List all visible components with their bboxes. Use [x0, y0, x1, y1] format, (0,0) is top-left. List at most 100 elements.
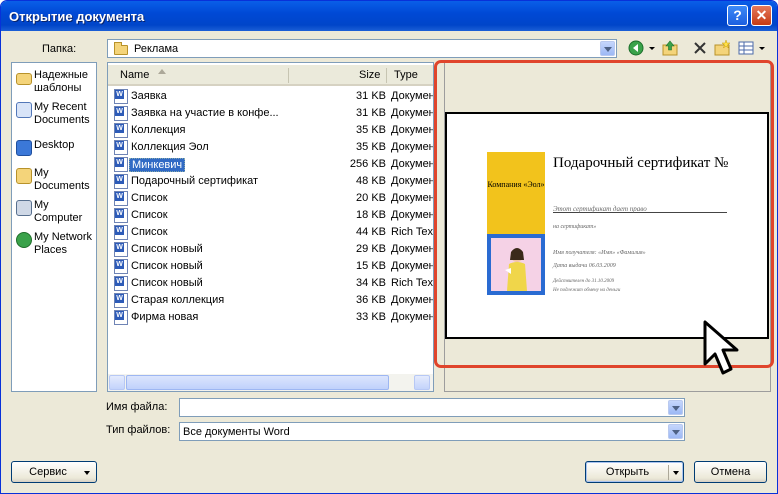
file-row[interactable]: Заявка на участие в конфе... 31 KB Докумен [108, 105, 433, 122]
up-folder-icon[interactable] [661, 39, 679, 57]
chevron-down-icon[interactable] [668, 400, 683, 415]
file-row[interactable]: Список новый 15 KB Докумен [108, 258, 433, 275]
back-icon[interactable] [627, 39, 645, 57]
file-name: Минкевич [129, 158, 186, 172]
open-dropdown-icon[interactable] [673, 471, 679, 475]
word-document-icon [114, 225, 128, 240]
place-label: My Network Places [34, 231, 93, 256]
back-dropdown-icon[interactable] [647, 39, 657, 57]
file-size: 48 KB [356, 175, 386, 187]
scroll-thumb[interactable] [126, 375, 389, 390]
column-name[interactable]: Name [120, 69, 149, 81]
file-name: Список [131, 226, 168, 238]
chevron-down-icon[interactable] [668, 424, 683, 439]
file-name: Заявка [131, 90, 167, 102]
word-document-icon [114, 310, 128, 325]
place-label: My Documents [34, 167, 90, 192]
views-dropdown-icon[interactable] [757, 39, 767, 57]
file-row[interactable]: Минкевич 256 KB Докумен [108, 156, 434, 173]
word-document-icon [114, 242, 128, 257]
close-button[interactable]: ✕ [751, 5, 772, 26]
folder-icon [114, 42, 128, 55]
file-type: Докумен [391, 192, 434, 204]
place-label: Desktop [34, 139, 75, 151]
file-row[interactable]: Список 20 KB Докумен [108, 190, 434, 207]
file-list[interactable]: Name Size Type Заявка 31 KB Докумен Заявка … [107, 62, 434, 392]
word-document-icon [114, 276, 128, 291]
filename-input[interactable] [179, 398, 685, 417]
file-size: 18 KB [356, 209, 386, 221]
service-button[interactable]: Сервис [11, 461, 97, 483]
file-row[interactable]: Список новый 34 KB Rich Tex [108, 275, 433, 292]
column-type[interactable]: Type [394, 69, 418, 81]
folder-icon [16, 73, 32, 85]
column-size[interactable]: Size [359, 69, 380, 81]
word-document-icon [114, 293, 128, 308]
file-size: 256 KB [349, 158, 386, 170]
scroll-right-icon[interactable] [414, 375, 430, 390]
file-name: Заявка на участие в конфе... [131, 107, 279, 119]
file-name: Список новый [131, 243, 203, 255]
open-button[interactable]: Открыть [585, 461, 684, 483]
file-type: Докумен [391, 124, 434, 136]
place-my-documents[interactable]: My Documents [15, 165, 97, 195]
word-document-icon [114, 106, 128, 121]
place-trusted-templates[interactable]: Надежные шаблоны [15, 67, 97, 97]
file-row[interactable]: Заявка 31 KB Докумен [108, 88, 433, 105]
word-document-icon [114, 123, 128, 138]
help-button[interactable]: ? [727, 5, 748, 26]
places-bar: Надежные шаблоны My Recent Documents Des… [11, 62, 97, 392]
file-row[interactable]: Список 18 KB Докумен [108, 207, 434, 224]
file-size: 31 KB [356, 90, 386, 102]
folder-combo[interactable]: Реклама [107, 39, 617, 58]
scroll-left-icon[interactable] [109, 375, 125, 390]
file-type: Докумен [391, 311, 434, 323]
file-type: Докумен [391, 175, 434, 187]
place-recent-documents[interactable]: My Recent Documents [15, 99, 97, 129]
word-document-icon [114, 89, 128, 104]
chevron-down-icon[interactable] [600, 41, 615, 56]
service-label: Сервис [29, 466, 67, 478]
word-document-icon [114, 259, 128, 274]
file-size: 29 KB [356, 243, 386, 255]
cancel-button[interactable]: Отмена [694, 461, 767, 483]
place-my-computer[interactable]: My Computer [15, 197, 97, 227]
file-type: Докумен [391, 158, 434, 170]
desktop-icon [16, 140, 32, 156]
file-type: Докумен [391, 209, 434, 221]
file-row[interactable]: Подарочный сертификат 48 KB Докумен [108, 173, 434, 190]
file-row[interactable]: Фирма новая 33 KB Докумен [108, 309, 434, 326]
filetype-select[interactable]: Все документы Word [179, 422, 685, 441]
place-desktop[interactable]: Desktop [15, 137, 97, 167]
file-name: Список [131, 209, 168, 221]
file-type: Rich Tex [391, 277, 433, 289]
word-document-icon [114, 174, 128, 189]
file-name: Список новый [131, 277, 203, 289]
file-size: 44 KB [356, 226, 386, 238]
file-row[interactable]: Список новый 29 KB Докумен [108, 241, 433, 258]
file-row[interactable]: Коллекция Эол 35 KB Докумен [108, 139, 433, 156]
new-folder-icon[interactable] [713, 39, 731, 57]
file-row[interactable]: Старая коллекция 36 KB Докумен [108, 292, 433, 309]
delete-icon[interactable] [691, 39, 709, 57]
column-divider[interactable] [288, 68, 289, 83]
word-document-icon [114, 140, 128, 155]
cancel-label: Отмена [710, 466, 751, 478]
file-size: 15 KB [356, 260, 386, 272]
file-name: Коллекция [131, 124, 186, 136]
chevron-down-icon [84, 471, 90, 475]
place-network[interactable]: My Network Places [15, 229, 97, 259]
file-type: Rich Tex [391, 226, 433, 238]
file-row[interactable]: Список 44 KB Rich Tex [108, 224, 433, 241]
filetype-label: Тип файлов: [106, 424, 171, 436]
file-size: 34 KB [356, 277, 386, 289]
views-icon[interactable] [737, 39, 755, 57]
horizontal-scrollbar[interactable] [108, 374, 433, 391]
file-row[interactable]: Коллекция 35 KB Докумен [108, 122, 434, 139]
column-divider[interactable] [386, 68, 387, 83]
file-size: 20 KB [356, 192, 386, 204]
recent-documents-icon [16, 102, 32, 118]
file-name: Старая коллекция [131, 294, 225, 306]
title-bar: Открытие документа ? ✕ [1, 1, 777, 31]
place-label: My Recent Documents [34, 101, 90, 126]
